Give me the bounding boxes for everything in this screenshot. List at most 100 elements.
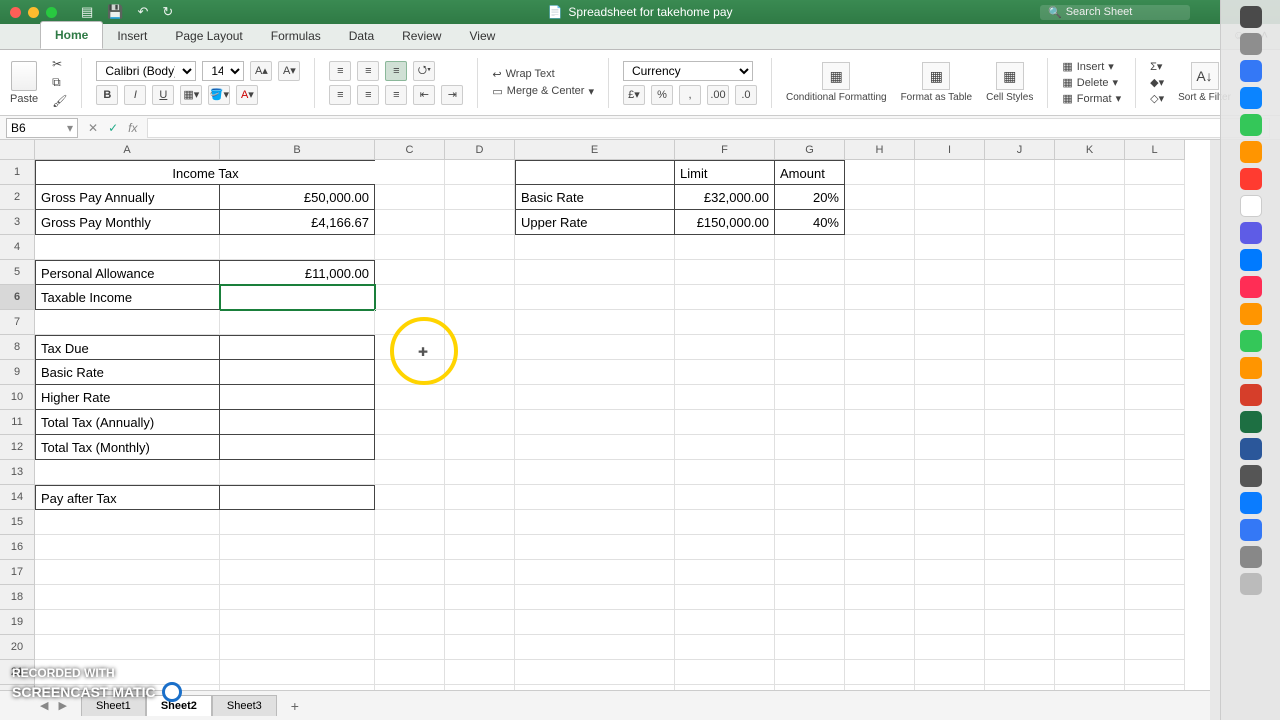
cell[interactable] xyxy=(775,435,845,460)
cell[interactable] xyxy=(220,410,375,435)
cell[interactable] xyxy=(375,160,445,185)
sheet-grid[interactable]: A B C D E F G H I J K L 1Income TaxLimit… xyxy=(0,140,1210,690)
tab-review[interactable]: Review xyxy=(388,23,455,49)
cell[interactable] xyxy=(375,335,445,360)
cell[interactable] xyxy=(775,410,845,435)
cell[interactable] xyxy=(445,160,515,185)
row-header[interactable]: 17 xyxy=(0,560,35,585)
dock-finder-icon[interactable] xyxy=(1240,6,1262,28)
cell[interactable] xyxy=(775,585,845,610)
cell[interactable] xyxy=(775,260,845,285)
row-header[interactable]: 16 xyxy=(0,535,35,560)
cell[interactable] xyxy=(675,460,775,485)
cell[interactable]: Total Tax (Annually) xyxy=(35,410,220,435)
dock-safari-icon[interactable] xyxy=(1240,60,1262,82)
align-left[interactable]: ≡ xyxy=(329,85,351,105)
cell[interactable] xyxy=(1055,335,1125,360)
delete-cells[interactable]: ▦Delete▾ xyxy=(1062,76,1121,89)
wrap-icon[interactable]: ↩ xyxy=(492,68,501,81)
cell[interactable] xyxy=(1055,460,1125,485)
cell[interactable] xyxy=(845,510,915,535)
cell[interactable] xyxy=(445,460,515,485)
font-size[interactable]: 14 xyxy=(202,61,244,81)
cell[interactable] xyxy=(35,310,220,335)
cell[interactable] xyxy=(775,310,845,335)
fx-label[interactable]: fx xyxy=(128,121,137,135)
cell[interactable] xyxy=(445,635,515,660)
cell[interactable] xyxy=(35,610,220,635)
as-table-label[interactable]: Format as Table xyxy=(901,92,973,103)
cell[interactable] xyxy=(845,235,915,260)
cell[interactable] xyxy=(845,385,915,410)
cell[interactable] xyxy=(775,285,845,310)
cell[interactable] xyxy=(775,535,845,560)
cell[interactable] xyxy=(1055,435,1125,460)
cell[interactable] xyxy=(515,410,675,435)
fill[interactable]: ◆▾ xyxy=(1150,76,1164,89)
bold-button[interactable]: B xyxy=(96,85,118,105)
cell[interactable] xyxy=(515,360,675,385)
cell[interactable] xyxy=(915,210,985,235)
cell[interactable] xyxy=(1125,660,1185,685)
cell[interactable] xyxy=(775,485,845,510)
cell[interactable] xyxy=(1125,335,1185,360)
indent-dec[interactable]: ⇤ xyxy=(413,85,435,105)
dock-calendar-icon[interactable] xyxy=(1240,195,1262,217)
cell[interactable] xyxy=(915,535,985,560)
cut-icon[interactable]: ✂ xyxy=(52,57,67,71)
cell[interactable] xyxy=(375,635,445,660)
cell[interactable] xyxy=(220,560,375,585)
cell[interactable] xyxy=(985,435,1055,460)
cell[interactable] xyxy=(445,335,515,360)
cell[interactable]: Gross Pay Monthly xyxy=(35,210,220,235)
cell[interactable] xyxy=(775,335,845,360)
cell[interactable] xyxy=(375,585,445,610)
cell[interactable] xyxy=(675,310,775,335)
font-name[interactable]: Calibri (Body) xyxy=(96,61,196,81)
dock-excel-icon[interactable] xyxy=(1240,411,1262,433)
cell[interactable] xyxy=(985,260,1055,285)
name-box[interactable]: B6▾ xyxy=(6,118,78,138)
save-icon[interactable]: ▤ xyxy=(81,4,93,20)
cell[interactable] xyxy=(375,560,445,585)
col-G[interactable]: G xyxy=(775,140,845,160)
cell[interactable] xyxy=(985,285,1055,310)
cell[interactable] xyxy=(1055,535,1125,560)
cell[interactable] xyxy=(915,260,985,285)
sheet-tab-3[interactable]: Sheet3 xyxy=(212,695,277,716)
cell[interactable] xyxy=(35,510,220,535)
cell[interactable] xyxy=(915,160,985,185)
cell[interactable] xyxy=(515,585,675,610)
col-K[interactable]: K xyxy=(1055,140,1125,160)
dock-word-icon[interactable] xyxy=(1240,438,1262,460)
close-window[interactable] xyxy=(10,7,21,18)
cell[interactable] xyxy=(1125,585,1185,610)
cell[interactable] xyxy=(1125,460,1185,485)
as-table-icon[interactable]: ▦ xyxy=(922,62,950,90)
col-C[interactable]: C xyxy=(375,140,445,160)
dock-ppt-icon[interactable] xyxy=(1240,384,1262,406)
dock-mail-icon[interactable] xyxy=(1240,87,1262,109)
cell[interactable] xyxy=(915,485,985,510)
cell[interactable] xyxy=(515,660,675,685)
cell[interactable] xyxy=(845,635,915,660)
cell[interactable] xyxy=(1125,285,1185,310)
cell[interactable]: Pay after Tax xyxy=(35,485,220,510)
cell[interactable] xyxy=(675,410,775,435)
formula-input[interactable] xyxy=(147,118,1270,138)
cell[interactable] xyxy=(445,235,515,260)
cell[interactable] xyxy=(775,385,845,410)
tab-data[interactable]: Data xyxy=(335,23,388,49)
cell-styles-label[interactable]: Cell Styles xyxy=(986,92,1033,103)
cell[interactable] xyxy=(515,160,675,185)
cell[interactable] xyxy=(1055,410,1125,435)
cell[interactable]: Total Tax (Monthly) xyxy=(35,435,220,460)
cell[interactable] xyxy=(845,210,915,235)
cell[interactable] xyxy=(375,485,445,510)
cell[interactable] xyxy=(845,535,915,560)
cell[interactable] xyxy=(1125,360,1185,385)
borders-button[interactable]: ▦▾ xyxy=(180,85,202,105)
dock-settings-icon[interactable] xyxy=(1240,33,1262,55)
accept-icon[interactable]: ✓ xyxy=(108,121,118,135)
cell[interactable] xyxy=(985,485,1055,510)
